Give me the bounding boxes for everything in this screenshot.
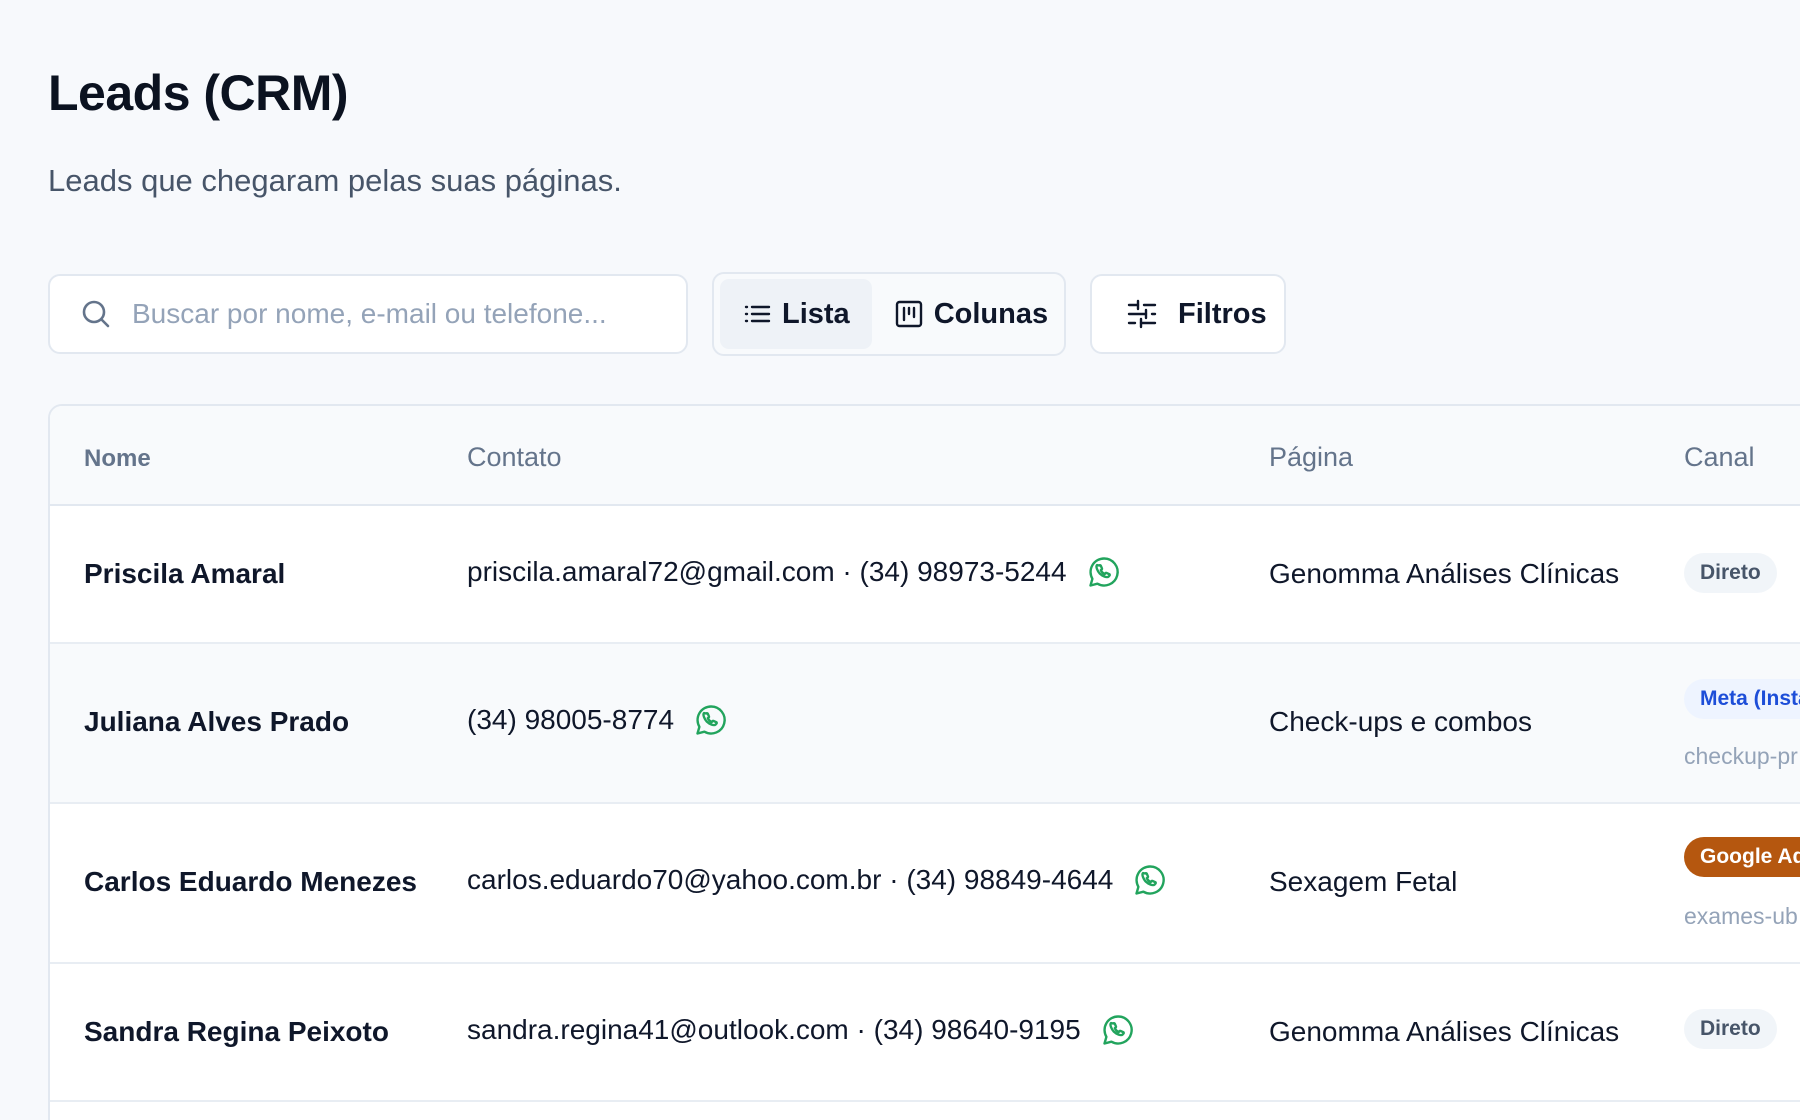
lead-page: Genomma Análises Clínicas [1269,558,1620,589]
lead-contact: (34) 98005-8774 [467,703,728,737]
table-row[interactable]: Carlos Eduardo Menezes carlos.eduardo70@… [50,804,1800,964]
search-input[interactable] [132,298,672,330]
table-row[interactable]: Sandra Regina Peixoto sandra.regina41@ou… [50,964,1800,1102]
view-columns-label: Colunas [933,297,1049,330]
table-header: Nome Contato Página Canal [50,406,1800,506]
leads-page: Leads (CRM) Leads que chegaram pelas sua… [0,0,1800,1120]
column-header-channel[interactable]: Canal [1684,442,1755,473]
lead-slug: checkup-pr [1684,743,1798,769]
kanban-icon [894,299,924,329]
lead-contact: sandra.regina41@outlook.com · (34) 98640… [467,1013,1135,1047]
channel-badge: Direto [1684,1009,1777,1049]
list-icon [742,299,772,329]
channel-badge: Meta (Insta [1684,679,1800,719]
filters-label: Filtros [1178,297,1267,330]
lead-contact-text: (34) 98005-8774 [467,704,675,735]
lead-page: Genomma Análises Clínicas [1269,1016,1620,1047]
lead-page: Sexagem Fetal [1269,866,1458,897]
lead-contact-text: sandra.regina41@outlook.com · (34) 98640… [467,1014,1081,1045]
lead-contact-text: priscila.amaral72@gmail.com · (34) 98973… [467,556,1067,587]
table-row[interactable]: Juliana Alves Prado (34) 98005-8774 Chec… [50,644,1800,804]
column-header-page[interactable]: Página [1269,442,1353,473]
view-columns-button[interactable]: Colunas [872,279,1070,349]
view-list-button[interactable]: Lista [720,279,872,349]
leads-table: Nome Contato Página Canal Priscila Amara… [48,404,1800,1120]
page-title: Leads (CRM) [48,65,349,121]
lead-page: Check-ups e combos [1269,706,1533,737]
whatsapp-icon[interactable] [1087,555,1121,589]
sliders-icon [1126,298,1158,330]
lead-contact-text: carlos.eduardo70@yahoo.com.br · (34) 988… [467,864,1114,895]
whatsapp-icon[interactable] [1101,1013,1135,1047]
lead-contact: carlos.eduardo70@yahoo.com.br · (34) 988… [467,863,1167,897]
search-box[interactable] [48,274,688,354]
lead-contact: priscila.amaral72@gmail.com · (34) 98973… [467,555,1121,589]
lead-name: Priscila Amaral [84,558,286,589]
channel-badge: Google Ad [1684,837,1800,877]
lead-name: Sandra Regina Peixoto [84,1016,389,1047]
view-toggle: Lista Colunas [712,272,1066,356]
search-icon [80,298,112,330]
view-list-label: Lista [782,297,850,330]
lead-name: Carlos Eduardo Menezes [84,866,417,897]
column-header-name[interactable]: Nome [84,445,151,473]
lead-name: Juliana Alves Prado [84,706,350,737]
channel-badge: Direto [1684,553,1777,593]
lead-slug: exames-ub [1684,903,1798,929]
column-header-contact[interactable]: Contato [467,442,562,473]
whatsapp-icon[interactable] [1133,863,1167,897]
table-row[interactable]: Priscila Amaral priscila.amaral72@gmail.… [50,506,1800,644]
page-subtitle: Leads que chegaram pelas suas páginas. [48,163,622,198]
whatsapp-icon[interactable] [694,703,728,737]
filters-button[interactable]: Filtros [1090,274,1286,354]
